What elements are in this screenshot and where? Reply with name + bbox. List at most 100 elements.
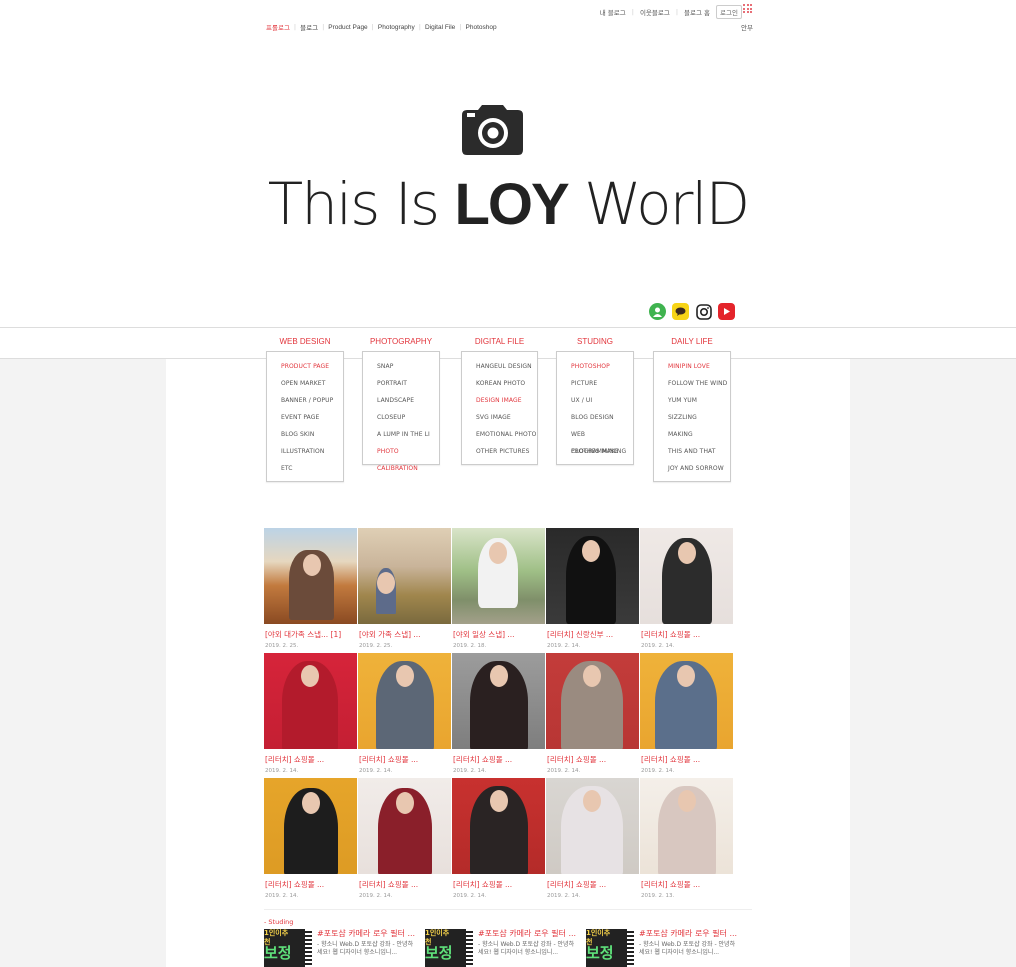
post-title[interactable]: [리터치] 쇼핑몰 ... — [358, 879, 451, 890]
menu-item[interactable]: LANDSCAPE — [377, 392, 439, 409]
studying-title[interactable]: #포토샵 카메라 로우 필터 ... — [478, 929, 578, 938]
post-card[interactable]: [리터치] 쇼핑몰 ... 2019. 2. 14. — [452, 653, 545, 778]
menu-item[interactable]: PHOTO CALIBRATION — [377, 443, 439, 472]
instagram-icon[interactable] — [695, 303, 712, 320]
menu-item[interactable]: PICTURE — [571, 375, 633, 392]
menu-item[interactable]: CLOTHES MAKING — [571, 443, 633, 460]
post-title[interactable]: [리터치] 쇼핑몰 ... — [358, 754, 451, 765]
studying-item[interactable]: 1인이추천 보정 #포토샵 카메라 로우 필터 ... - 향소니 Web.D 포토샵… — [586, 929, 746, 967]
post-card[interactable]: [리터치] 쇼핑몰 ... 2019. 2. 14. — [264, 653, 357, 778]
studying-title[interactable]: #포토샵 카메라 로우 필터 ... — [639, 929, 739, 938]
post-card[interactable]: [리터치] 쇼핑몰 ... 2019. 2. 14. — [452, 778, 545, 903]
login-button[interactable]: 로그인 — [716, 5, 742, 19]
post-card[interactable]: [리터치] 쇼핑몰 ... 2019. 2. 14. — [546, 778, 639, 903]
blog-menu-item[interactable]: 프롤로그 — [266, 22, 290, 32]
menu-item[interactable]: SNAP — [377, 358, 439, 375]
blog-menu-item[interactable]: Photoshop — [466, 24, 497, 31]
studying-thumbnail[interactable]: 1인이추천 보정 — [264, 929, 312, 967]
post-title[interactable]: [리터치] 신랑신부 ... — [546, 629, 639, 640]
menu-item[interactable]: HANGEUL DESIGN — [476, 358, 537, 375]
post-thumbnail[interactable] — [264, 653, 357, 749]
post-title[interactable]: [야외 대가족 스냅... [1] — [264, 629, 357, 640]
post-title[interactable]: [리터치] 쇼핑몰 ... — [264, 754, 357, 765]
blog-menu-item[interactable]: Digital File — [425, 24, 455, 31]
menu-item[interactable]: KOREAN PHOTO — [476, 375, 537, 392]
menu-heading[interactable]: STUDING — [556, 337, 634, 346]
post-card[interactable]: [야외 일상 스냅] ... 2019. 2. 18. — [452, 528, 545, 653]
post-card[interactable]: [리터치] 쇼핑몰 ... 2019. 2. 14. — [640, 653, 733, 778]
post-card[interactable]: [리터치] 쇼핑몰 ... 2019. 2. 13. — [640, 778, 733, 903]
menu-heading[interactable]: WEB DESIGN — [266, 337, 344, 346]
youtube-icon[interactable] — [718, 303, 735, 320]
menu-item[interactable]: BLOG DESIGN — [571, 409, 633, 426]
menu-item[interactable]: UX / UI — [571, 392, 633, 409]
post-thumbnail[interactable] — [358, 653, 451, 749]
menu-heading[interactable]: PHOTOGRAPHY — [362, 337, 440, 346]
post-thumbnail[interactable] — [452, 528, 545, 624]
studying-title[interactable]: #포토샵 카메라 로우 필터 ... — [317, 929, 417, 938]
menu-item[interactable]: OPEN MARKET — [281, 375, 343, 392]
menu-item[interactable]: ETC — [281, 460, 343, 477]
menu-item[interactable]: JOY AND SORROW — [668, 460, 730, 477]
post-title[interactable]: [야외 가족 스냅] ... — [358, 629, 451, 640]
menu-item[interactable]: CLOSEUP — [377, 409, 439, 426]
blog-home-link[interactable]: 블로그 홈 — [684, 7, 710, 17]
studying-item[interactable]: 1인이추천 보정 #포토샵 카메라 로우 필터 ... - 향소니 Web.D 포토샵… — [425, 929, 585, 967]
post-thumbnail[interactable] — [264, 528, 357, 624]
post-title[interactable]: [리터치] 쇼핑몰 ... — [640, 879, 733, 890]
post-card[interactable]: [리터치] 쇼핑몰 ... 2019. 2. 14. — [358, 778, 451, 903]
apps-grid-icon[interactable] — [743, 4, 752, 13]
menu-item[interactable]: A LUMP IN THE LI — [377, 426, 439, 443]
blog-menu-item[interactable]: Photography — [378, 24, 415, 31]
post-thumbnail[interactable] — [546, 778, 639, 874]
post-title[interactable]: [리터치] 쇼핑몰 ... — [546, 754, 639, 765]
menu-item[interactable]: YUM YUM — [668, 392, 730, 409]
post-card[interactable]: [야외 대가족 스냅... [1] 2019. 2. 25. — [264, 528, 357, 653]
post-title[interactable]: [리터치] 쇼핑몰 ... — [452, 879, 545, 890]
menu-item[interactable]: MINIPIN LOVE — [668, 358, 730, 375]
post-title[interactable]: [리터치] 쇼핑몰 ... — [640, 629, 733, 640]
post-card[interactable]: [야외 가족 스냅] ... 2019. 2. 25. — [358, 528, 451, 653]
menu-item[interactable]: BANNER / POPUP — [281, 392, 343, 409]
post-card[interactable]: [리터치] 쇼핑몰 ... 2019. 2. 14. — [546, 653, 639, 778]
post-thumbnail[interactable] — [264, 778, 357, 874]
studying-thumbnail[interactable]: 1인이추천 보정 — [425, 929, 473, 967]
studying-thumbnail[interactable]: 1인이추천 보정 — [586, 929, 634, 967]
menu-item[interactable]: DESIGN IMAGE — [476, 392, 537, 409]
menu-item[interactable]: SIZZLING — [668, 409, 730, 426]
menu-item[interactable]: EVENT PAGE — [281, 409, 343, 426]
post-thumbnail[interactable] — [358, 528, 451, 624]
post-card[interactable]: [리터치] 쇼핑몰 ... 2019. 2. 14. — [264, 778, 357, 903]
blog-menu-item[interactable]: Product Page — [328, 24, 367, 31]
post-title[interactable]: [리터치] 쇼핑몰 ... — [546, 879, 639, 890]
post-thumbnail[interactable] — [452, 653, 545, 749]
menu-item[interactable]: MAKING — [668, 426, 730, 443]
my-blog-link[interactable]: 내 블로그 — [600, 7, 626, 17]
post-thumbnail[interactable] — [640, 653, 733, 749]
post-thumbnail[interactable] — [640, 778, 733, 874]
menu-heading[interactable]: DIGITAL FILE — [461, 337, 538, 346]
post-thumbnail[interactable] — [452, 778, 545, 874]
menu-heading[interactable]: DAILY LIFE — [653, 337, 731, 346]
menu-item[interactable]: WEB PROGRAMMING — [571, 426, 633, 455]
post-thumbnail[interactable] — [546, 528, 639, 624]
menu-item[interactable]: EMOTIONAL PHOTO — [476, 426, 537, 443]
post-thumbnail[interactable] — [640, 528, 733, 624]
menu-item[interactable]: ILLUSTRATION — [281, 443, 343, 460]
talk-icon[interactable] — [672, 303, 689, 320]
post-card[interactable]: [리터치] 쇼핑몰 ... 2019. 2. 14. — [640, 528, 733, 653]
post-title[interactable]: [리터치] 쇼핑몰 ... — [640, 754, 733, 765]
menu-item[interactable]: SVG IMAGE — [476, 409, 537, 426]
menu-item[interactable]: PRODUCT PAGE — [281, 358, 343, 375]
post-title[interactable]: [리터치] 쇼핑몰 ... — [264, 879, 357, 890]
post-card[interactable]: [리터치] 쇼핑몰 ... 2019. 2. 14. — [358, 653, 451, 778]
blog-icon[interactable] — [649, 303, 666, 320]
post-thumbnail[interactable] — [358, 778, 451, 874]
post-card[interactable]: [리터치] 신랑신부 ... 2019. 2. 14. — [546, 528, 639, 653]
menu-item[interactable]: FOLLOW THE WIND — [668, 375, 730, 392]
menu-item[interactable]: PHOTOSHOP — [571, 358, 633, 375]
menu-item[interactable]: OTHER PICTURES — [476, 443, 537, 460]
neighbor-blog-link[interactable]: 이웃블로그 — [640, 7, 670, 17]
post-title[interactable]: [야외 일상 스냅] ... — [452, 629, 545, 640]
post-title[interactable]: [리터치] 쇼핑몰 ... — [452, 754, 545, 765]
